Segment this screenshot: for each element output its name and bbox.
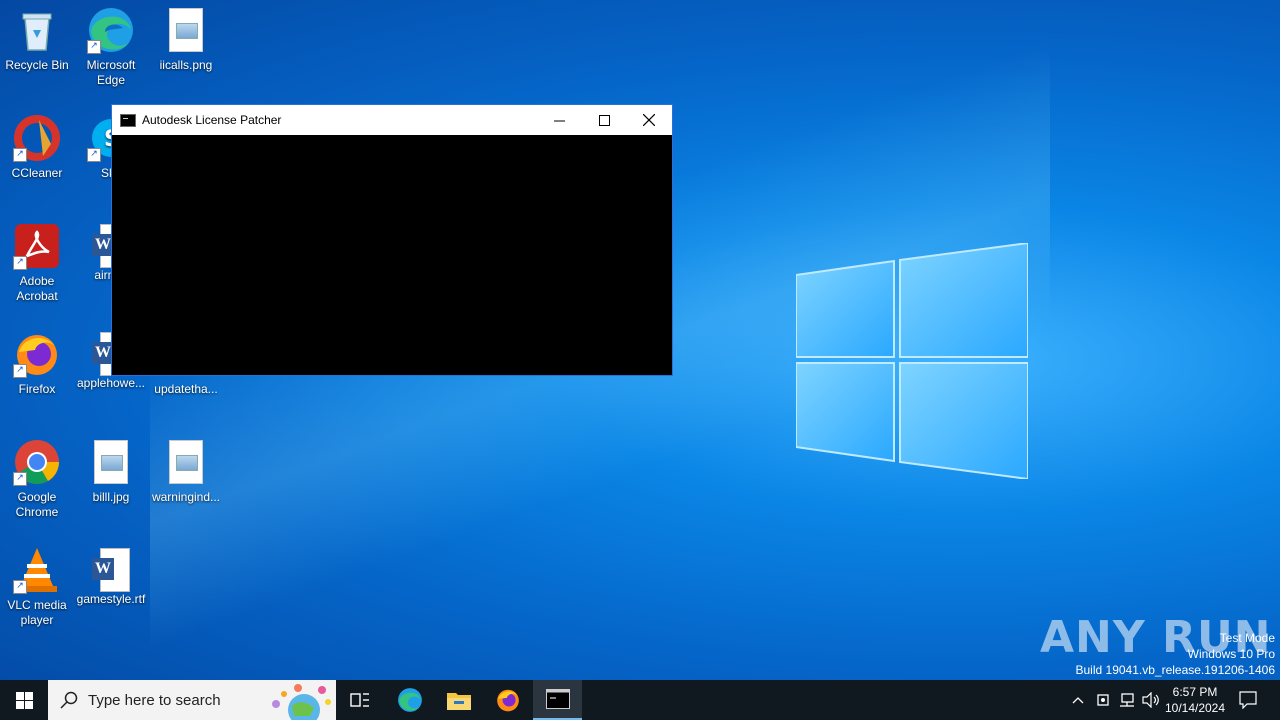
- desktop-icon-microsoft-edge[interactable]: ↗ Microsoft Edge: [74, 6, 148, 88]
- maximize-button[interactable]: [581, 105, 627, 135]
- desktop-icon-label: Firefox: [18, 382, 56, 396]
- shortcut-arrow-icon: ↗: [13, 148, 27, 162]
- taskbar-file-explorer[interactable]: [435, 680, 483, 720]
- adobe-acrobat-icon: ↗: [13, 222, 61, 270]
- close-button[interactable]: [626, 105, 672, 135]
- desktop-icon-label: Google Chrome: [15, 490, 59, 519]
- notification-icon: [1239, 691, 1257, 709]
- search-box[interactable]: Type here to search: [48, 680, 336, 720]
- desktop-icon-billl[interactable]: billl.jpg: [74, 438, 148, 505]
- taskbar-edge[interactable]: [386, 680, 434, 720]
- watermark-line: Windows 10 Pro: [1187, 647, 1275, 661]
- close-icon: [643, 114, 655, 126]
- recycle-bin-icon: [13, 6, 61, 54]
- minimize-icon: [553, 120, 565, 121]
- clock-date: 10/14/2024: [1164, 701, 1226, 715]
- desktop-icon-ccleaner[interactable]: ↗ CCleaner: [0, 114, 74, 181]
- edge-icon: [398, 688, 422, 712]
- window-title-bar[interactable]: Autodesk License Patcher: [112, 105, 672, 135]
- desktop-icon-warningind[interactable]: warningind...: [149, 438, 223, 505]
- start-button[interactable]: [0, 680, 48, 720]
- shortcut-arrow-icon: ↗: [13, 472, 27, 486]
- vlc-icon: ↗: [13, 546, 61, 594]
- network-button[interactable]: [1116, 680, 1138, 720]
- image-file-icon: [169, 440, 203, 484]
- shortcut-arrow-icon: ↗: [13, 256, 27, 270]
- firefox-icon: [497, 689, 519, 712]
- search-highlight-illustration: [272, 684, 331, 720]
- taskbar-console-active[interactable]: [533, 680, 582, 720]
- network-icon: [1120, 693, 1134, 707]
- speaker-icon: [1142, 692, 1159, 708]
- shortcut-arrow-icon: ↗: [13, 580, 27, 594]
- clock-time: 6:57 PM: [1172, 685, 1218, 699]
- shortcut-arrow-icon: ↗: [13, 364, 27, 378]
- tray-update-button[interactable]: [1092, 680, 1114, 720]
- desktop-icon-label: billl.jpg: [92, 490, 130, 504]
- watermark-line: Test Mode: [1219, 631, 1275, 645]
- chevron-up-icon: [1072, 697, 1084, 704]
- action-center-button[interactable]: [1232, 680, 1264, 720]
- chrome-icon: ↗: [13, 438, 61, 486]
- taskbar-firefox[interactable]: [484, 680, 532, 720]
- image-file-icon: [169, 8, 203, 52]
- desktop-icon-label: Microsoft Edge: [86, 58, 136, 87]
- test-mode-watermark: Test Mode Windows 10 Pro Build 19041.vb_…: [1076, 630, 1276, 678]
- word-document-icon: W: [92, 548, 130, 592]
- desktop-icon-label: gamestyle.rtf: [76, 592, 146, 606]
- windows-logo-wallpaper: [796, 243, 1028, 479]
- ccleaner-icon: ↗: [13, 114, 61, 162]
- desktop-icon-label: applehowe...: [76, 376, 146, 390]
- folder-icon: [447, 693, 471, 710]
- desktop-icon-label: Adobe Acrobat: [16, 274, 58, 303]
- shortcut-arrow-icon: ↗: [87, 40, 101, 54]
- console-output-area[interactable]: [112, 135, 672, 375]
- search-icon: [60, 691, 78, 709]
- device-icon: [1097, 694, 1109, 706]
- taskbar: Type here to search 6:57 PM 10/14/2024: [0, 680, 1280, 720]
- desktop-icon-label: CCleaner: [11, 166, 63, 180]
- shortcut-arrow-icon: ↗: [87, 148, 101, 162]
- windows-start-icon: [15, 691, 33, 709]
- desktop-icon-adobe-acrobat[interactable]: ↗ Adobe Acrobat: [0, 222, 74, 304]
- desktop-icon-vlc[interactable]: ↗ VLC media player: [0, 546, 74, 628]
- task-view-icon: [350, 693, 369, 707]
- desktop-icon-label: VLC media player: [7, 598, 67, 627]
- minimize-button[interactable]: [536, 105, 582, 135]
- desktop-icon-google-chrome[interactable]: ↗ Google Chrome: [0, 438, 74, 520]
- show-hidden-icons-button[interactable]: [1066, 680, 1090, 720]
- desktop-icon-label: warningind...: [151, 490, 221, 504]
- desktop-icon-recycle-bin[interactable]: Recycle Bin: [0, 6, 74, 73]
- desktop-icon-gamestyle[interactable]: W gamestyle.rtf: [74, 546, 148, 607]
- desktop-icon-label: Recycle Bin: [5, 58, 69, 72]
- task-view-button[interactable]: [336, 680, 384, 720]
- firefox-icon: ↗: [13, 330, 61, 378]
- window-title: Autodesk License Patcher: [142, 113, 282, 127]
- desktop-icon-firefox[interactable]: ↗ Firefox: [0, 330, 74, 397]
- desktop-icon-label: iicalls.png: [159, 58, 213, 72]
- console-icon: [545, 689, 570, 709]
- watermark-line: Build 19041.vb_release.191206-1406: [1075, 663, 1276, 677]
- desktop-icon-label: updatetha...: [154, 382, 218, 396]
- desktop-icon-iicalls[interactable]: iicalls.png: [149, 6, 223, 73]
- clock[interactable]: 6:57 PM 10/14/2024: [1162, 680, 1228, 720]
- console-icon: [120, 113, 136, 127]
- volume-button[interactable]: [1140, 680, 1162, 720]
- image-file-icon: [94, 440, 128, 484]
- edge-icon: ↗: [87, 6, 135, 54]
- search-placeholder: Type here to search: [88, 691, 221, 709]
- maximize-icon: [598, 114, 610, 126]
- console-window[interactable]: Autodesk License Patcher: [111, 104, 673, 376]
